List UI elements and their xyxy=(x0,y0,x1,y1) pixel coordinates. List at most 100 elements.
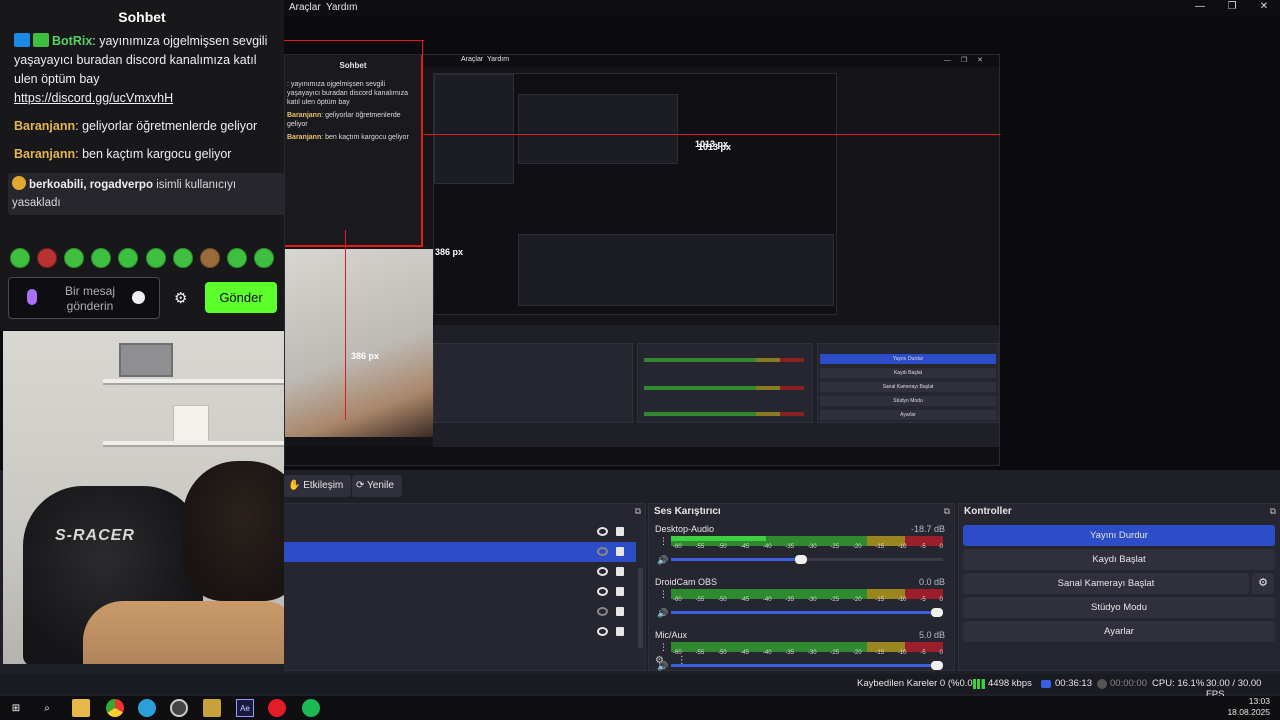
opera-icon[interactable] xyxy=(268,699,286,717)
meter-scale: -60 -55 -50 -45 -40 -35 -30 -25 -20 -15 -10 -5 0 xyxy=(673,597,943,603)
chat-messages[interactable]: BotRix: yayınımıza ojgelmişsen sevgili y… xyxy=(8,32,284,215)
dock-float-icon[interactable]: ⧉ xyxy=(944,506,950,517)
restore-icon[interactable]: ❐ xyxy=(1216,0,1248,14)
volume-slider-fill xyxy=(671,558,807,561)
emote-icon[interactable] xyxy=(64,248,85,268)
send-button[interactable]: Gönder xyxy=(205,282,277,313)
eye-icon[interactable] xyxy=(597,527,608,536)
mixer-menu-icon[interactable]: ⋮ xyxy=(677,655,687,666)
source-row[interactable] xyxy=(284,542,636,562)
emote-icon[interactable] xyxy=(199,248,220,268)
close-icon[interactable]: ✕ xyxy=(1248,0,1280,14)
lock-icon[interactable] xyxy=(616,607,624,616)
chat-username[interactable]: Baranjann xyxy=(14,147,75,161)
search-icon[interactable]: ⌕ xyxy=(38,699,56,717)
start-virtual-camera-button[interactable]: Sanal Kamerayı Başlat xyxy=(963,573,1249,594)
file-explorer-icon[interactable] xyxy=(72,699,90,717)
meter-tick-label: -35 xyxy=(785,597,795,603)
lock-icon[interactable] xyxy=(616,567,624,576)
minimize-icon[interactable]: — xyxy=(1184,0,1216,14)
emote-icon[interactable] xyxy=(226,248,247,268)
nested-inner-preview: 1013 px xyxy=(433,73,837,315)
emote-icon[interactable] xyxy=(172,248,193,268)
eye-icon[interactable] xyxy=(597,567,608,576)
window-controls: — ❐ ✕ xyxy=(1184,0,1280,14)
windows-start-icon[interactable]: ⊞ xyxy=(7,699,25,717)
system-clock[interactable]: 13:03 18.08.2025 xyxy=(1210,696,1270,718)
inner-height-measure-label: 386 px xyxy=(435,247,464,257)
meter-tick-label: -55 xyxy=(695,597,705,603)
speaker-icon[interactable]: 🔊 xyxy=(657,608,668,619)
meter-tick-label: -25 xyxy=(830,650,840,656)
moderation-notice: berkoabili, rogadverpo isimli kullanıcıy… xyxy=(8,173,284,215)
meter-tick-label: -10 xyxy=(897,597,907,603)
lock-icon[interactable] xyxy=(616,627,624,636)
settings-button[interactable]: Ayarlar xyxy=(963,621,1275,642)
source-row[interactable] xyxy=(284,602,636,622)
menu-tools[interactable]: Araçlar xyxy=(289,2,321,13)
winrar-icon[interactable] xyxy=(203,699,221,717)
chat-settings-gear-icon[interactable]: ⚙ xyxy=(174,289,187,307)
meter-tick-label: -55 xyxy=(695,650,705,656)
microphone-icon[interactable] xyxy=(27,289,37,305)
chat-message: BotRix: yayınımıza ojgelmişsen sevgili y… xyxy=(14,32,278,108)
start-recording-button[interactable]: Kaydı Başlat xyxy=(963,549,1275,570)
bot-badge-icon xyxy=(14,33,30,47)
channel-menu-icon[interactable]: ⋮ xyxy=(659,589,668,600)
discord-link[interactable]: https://discord.gg/ucVmxvhH xyxy=(14,91,173,105)
volume-slider[interactable] xyxy=(671,661,943,670)
emoji-icon[interactable] xyxy=(132,291,145,304)
channel-menu-icon[interactable]: ⋮ xyxy=(659,536,668,547)
status-bar: Kaybedilen Kareler 0 (%0.0) 4498 kbps 00… xyxy=(0,674,1280,700)
chat-username[interactable]: Baranjann xyxy=(14,119,75,133)
studio-mode-button[interactable]: Stüdyo Modu xyxy=(963,597,1275,618)
chat-input[interactable]: Bir mesaj gönderin xyxy=(8,277,160,319)
menu-help[interactable]: Yardım xyxy=(326,2,358,13)
lock-icon[interactable] xyxy=(616,547,624,556)
emote-icon[interactable] xyxy=(10,248,30,268)
nested-preview-capture: Araçlar Yardım —❐✕ 1013 px Sohbet : yayı… xyxy=(284,54,1000,466)
meter-tick-label: -10 xyxy=(897,650,907,656)
speaker-icon[interactable]: 🔊 xyxy=(657,555,668,566)
volume-slider-fill xyxy=(671,664,943,667)
volume-slider-knob[interactable] xyxy=(795,555,807,564)
eye-hidden-icon[interactable] xyxy=(597,607,608,616)
chat-username[interactable]: BotRix xyxy=(52,34,92,48)
lock-icon[interactable] xyxy=(616,587,624,596)
stop-streaming-button[interactable]: Yayını Durdur xyxy=(963,525,1275,546)
obs-icon[interactable] xyxy=(170,699,188,717)
dock-float-icon[interactable]: ⧉ xyxy=(1270,506,1276,517)
spotify-icon[interactable] xyxy=(302,699,320,717)
lock-icon[interactable] xyxy=(616,527,624,536)
eye-hidden-icon[interactable] xyxy=(597,547,608,556)
after-effects-icon[interactable]: Ae xyxy=(236,699,254,717)
source-row[interactable] xyxy=(284,522,636,542)
nested-meter xyxy=(644,386,804,390)
refresh-button[interactable]: ⟳ Yenile xyxy=(352,475,402,497)
eye-icon[interactable] xyxy=(597,587,608,596)
sources-scrollbar[interactable] xyxy=(638,568,643,648)
eye-icon[interactable] xyxy=(597,627,608,636)
emote-icon[interactable] xyxy=(91,248,112,268)
interact-button[interactable]: ✋ Etkileşim xyxy=(284,475,352,497)
emote-icon[interactable] xyxy=(145,248,166,268)
source-row[interactable] xyxy=(284,582,636,602)
advanced-audio-gear-icon[interactable]: ⚙ xyxy=(655,655,664,666)
emote-icon[interactable] xyxy=(253,248,274,268)
telegram-icon[interactable] xyxy=(138,699,156,717)
source-row[interactable] xyxy=(284,562,636,582)
meter-tick-label: -40 xyxy=(762,544,772,550)
volume-slider[interactable] xyxy=(671,555,943,564)
emote-icon[interactable] xyxy=(37,248,58,268)
emote-icon[interactable] xyxy=(118,248,139,268)
volume-slider-knob[interactable] xyxy=(931,608,943,617)
chrome-icon[interactable] xyxy=(106,699,124,717)
nested-meter xyxy=(644,412,804,416)
dock-float-icon[interactable]: ⧉ xyxy=(635,506,641,517)
channel-menu-icon[interactable]: ⋮ xyxy=(659,642,668,653)
source-row[interactable] xyxy=(284,622,636,642)
volume-slider-knob[interactable] xyxy=(931,661,943,670)
meter-tick-label: -15 xyxy=(875,544,885,550)
virtual-camera-gear-icon[interactable]: ⚙ xyxy=(1252,573,1274,594)
volume-slider[interactable] xyxy=(671,608,943,617)
